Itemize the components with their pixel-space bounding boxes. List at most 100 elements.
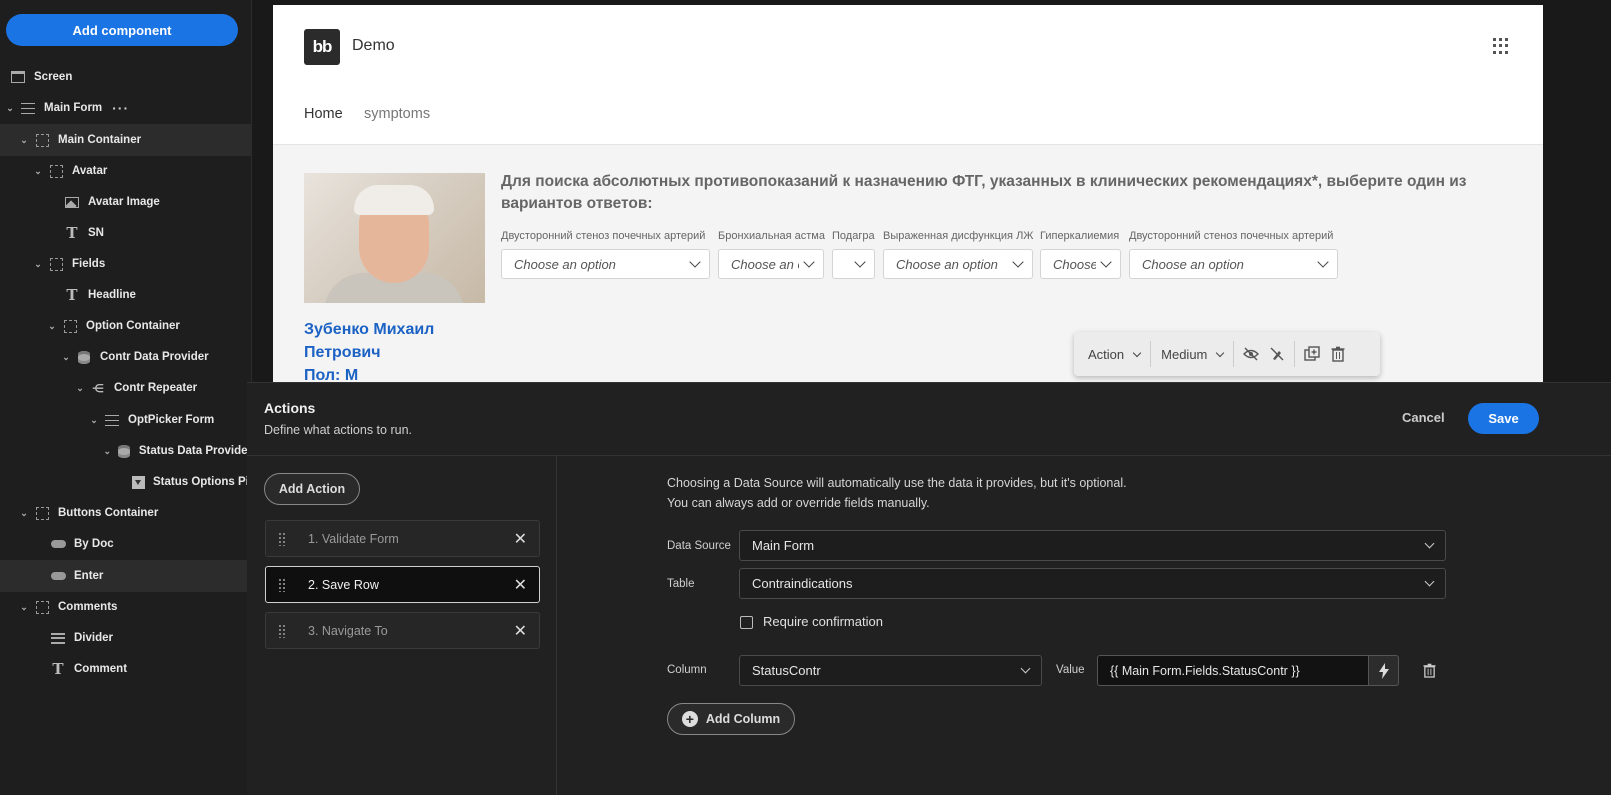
delete-trash-icon[interactable] (1325, 341, 1351, 367)
chevron-down-icon (1012, 256, 1024, 268)
option-label: Выраженная дисфункция ЛЖ (883, 230, 1034, 242)
action-type-select[interactable]: Action (1082, 339, 1146, 369)
tree-item-label: Avatar (72, 165, 108, 177)
chevron-down-icon[interactable]: ⌄ (88, 415, 100, 426)
option-select[interactable]: Choose an option (883, 249, 1033, 279)
drag-handle-icon[interactable] (278, 577, 286, 592)
option-select[interactable]: Choose an option (718, 249, 824, 279)
tree-item-contr-repeater[interactable]: ⌄ ⋲ Contr Repeater (0, 372, 252, 404)
tree-item-label: Avatar Image (88, 196, 160, 208)
component-tree-sidebar: Add component Screen ⌄ Main Form ··· ⌄ M… (0, 0, 252, 795)
option-select[interactable]: Choose an option (1040, 249, 1121, 279)
table-select[interactable]: Contraindications (739, 568, 1446, 599)
require-confirmation-checkbox[interactable] (740, 616, 753, 629)
option-label: Двусторонний стеноз почечных артерий (1129, 230, 1334, 242)
size-select[interactable]: Medium (1155, 339, 1229, 369)
tree-item-headline[interactable]: T Headline (0, 279, 252, 311)
tree-item-enter[interactable]: Enter (0, 560, 252, 592)
tree-item-label: Fields (72, 258, 106, 270)
save-button[interactable]: Save (1468, 403, 1539, 434)
repeater-icon: ⋲ (92, 382, 104, 395)
tree-item-label: Main Form (44, 102, 103, 114)
tree-item-divider[interactable]: Divider (0, 622, 252, 654)
container-icon (34, 600, 50, 614)
tree-item-label: Screen (34, 71, 73, 83)
add-column-label: Add Column (705, 712, 781, 726)
tree-item-status-data-provider[interactable]: ⌄ Status Data Provider (0, 435, 252, 467)
apps-grid-icon[interactable] (1493, 38, 1509, 54)
tree-item-main-form[interactable]: ⌄ Main Form ··· (0, 92, 252, 124)
chevron-down-icon[interactable]: ⌄ (18, 508, 30, 519)
column-select[interactable]: StatusContr (739, 655, 1042, 686)
hide-eye-icon[interactable] (1238, 341, 1264, 367)
option-select[interactable]: Choose an option (1129, 249, 1338, 279)
add-column-button[interactable]: + Add Column (667, 703, 795, 735)
database-icon (117, 444, 131, 458)
option-value: Choose an option (1053, 256, 1096, 272)
table-value: Contraindications (752, 576, 853, 591)
duplicate-icon[interactable] (1299, 341, 1325, 367)
value-binding-input[interactable]: {{ Main Form.Fields.StatusContr }} (1097, 655, 1369, 686)
lightning-bolt-icon[interactable] (1368, 655, 1399, 686)
more-options-icon[interactable]: ··· (112, 100, 129, 116)
tree-item-buttons-container[interactable]: ⌄ Buttons Container (0, 497, 252, 529)
data-source-select[interactable]: Main Form (739, 530, 1446, 561)
chevron-down-icon[interactable]: ⌄ (32, 259, 44, 270)
tree-item-fields[interactable]: ⌄ Fields (0, 248, 252, 280)
chevron-down-icon (803, 256, 815, 268)
chevron-down-icon[interactable]: ⌄ (102, 446, 113, 457)
divider (556, 456, 557, 795)
cancel-button[interactable]: Cancel (1402, 410, 1445, 425)
tree-item-comments[interactable]: ⌄ Comments (0, 591, 252, 623)
action-item-validate-form[interactable]: 1. Validate Form ✕ (265, 520, 540, 557)
chevron-down-icon[interactable]: ⌄ (18, 135, 30, 146)
tree-item-status-options-picker[interactable]: Status Options Picker (0, 466, 252, 498)
tree-item-sn[interactable]: T SN (0, 217, 252, 249)
chevron-down-icon[interactable]: ⌄ (74, 383, 86, 394)
tree-item-label: Headline (88, 289, 136, 301)
drag-handle-icon[interactable] (278, 623, 286, 638)
container-icon (34, 506, 50, 520)
chevron-down-icon (1216, 348, 1225, 357)
tree-item-contr-data-provider[interactable]: ⌄ Contr Data Provider (0, 341, 252, 373)
chevron-down-icon[interactable]: ⌄ (4, 103, 16, 114)
nav-link-symptoms[interactable]: symptoms (364, 106, 430, 122)
action-item-navigate-to[interactable]: 3. Navigate To ✕ (265, 612, 540, 649)
option-select[interactable] (832, 249, 875, 279)
tree-item-avatar-image[interactable]: Avatar Image (0, 186, 252, 218)
close-icon[interactable]: ✕ (514, 575, 527, 595)
tree-item-comment[interactable]: T Comment (0, 653, 252, 685)
add-component-button[interactable]: Add component (6, 14, 238, 46)
drag-handle-icon[interactable] (278, 531, 286, 546)
option-picker: Гиперкалиемия Choose an option (1040, 230, 1121, 279)
tree-item-screen[interactable]: Screen (0, 61, 252, 93)
chevron-down-icon[interactable]: ⌄ (32, 166, 44, 177)
option-picker: Двусторонний стеноз почечных артерий Cho… (1129, 230, 1338, 279)
option-value: Choose an option (1142, 256, 1244, 272)
tree-item-option-container[interactable]: ⌄ Option Container (0, 310, 252, 342)
nav-link-home[interactable]: Home (304, 106, 343, 122)
chevron-down-icon[interactable]: ⌄ (46, 321, 58, 332)
column-label: Column (667, 664, 707, 676)
chevron-down-icon[interactable]: ⌄ (60, 352, 72, 363)
add-action-button[interactable]: Add Action (264, 473, 360, 505)
tree-item-main-container[interactable]: ⌄ Main Container (0, 124, 252, 156)
close-icon[interactable]: ✕ (514, 621, 527, 641)
tree-item-avatar[interactable]: ⌄ Avatar (0, 155, 252, 187)
chevron-down-icon[interactable]: ⌄ (18, 602, 30, 613)
tree-item-label: Comments (58, 601, 118, 613)
tree-item-optpicker-form[interactable]: ⌄ OptPicker Form (0, 404, 252, 436)
tree-item-by-doc[interactable]: By Doc (0, 528, 252, 560)
help-line: Choosing a Data Source will automaticall… (667, 476, 1127, 490)
tree-item-label: Option Container (86, 320, 180, 332)
tree-item-label: Contr Data Provider (100, 351, 209, 363)
container-icon (48, 257, 64, 271)
disable-brush-icon[interactable] (1264, 341, 1290, 367)
action-item-save-row[interactable]: 2. Save Row ✕ (265, 566, 540, 603)
option-select[interactable]: Choose an option (501, 249, 710, 279)
tree-item-label: Contr Repeater (114, 382, 198, 394)
close-icon[interactable]: ✕ (514, 529, 527, 549)
chevron-down-icon (854, 256, 866, 268)
delete-trash-icon[interactable] (1421, 661, 1437, 679)
require-confirmation-label: Require confirmation (763, 614, 883, 629)
